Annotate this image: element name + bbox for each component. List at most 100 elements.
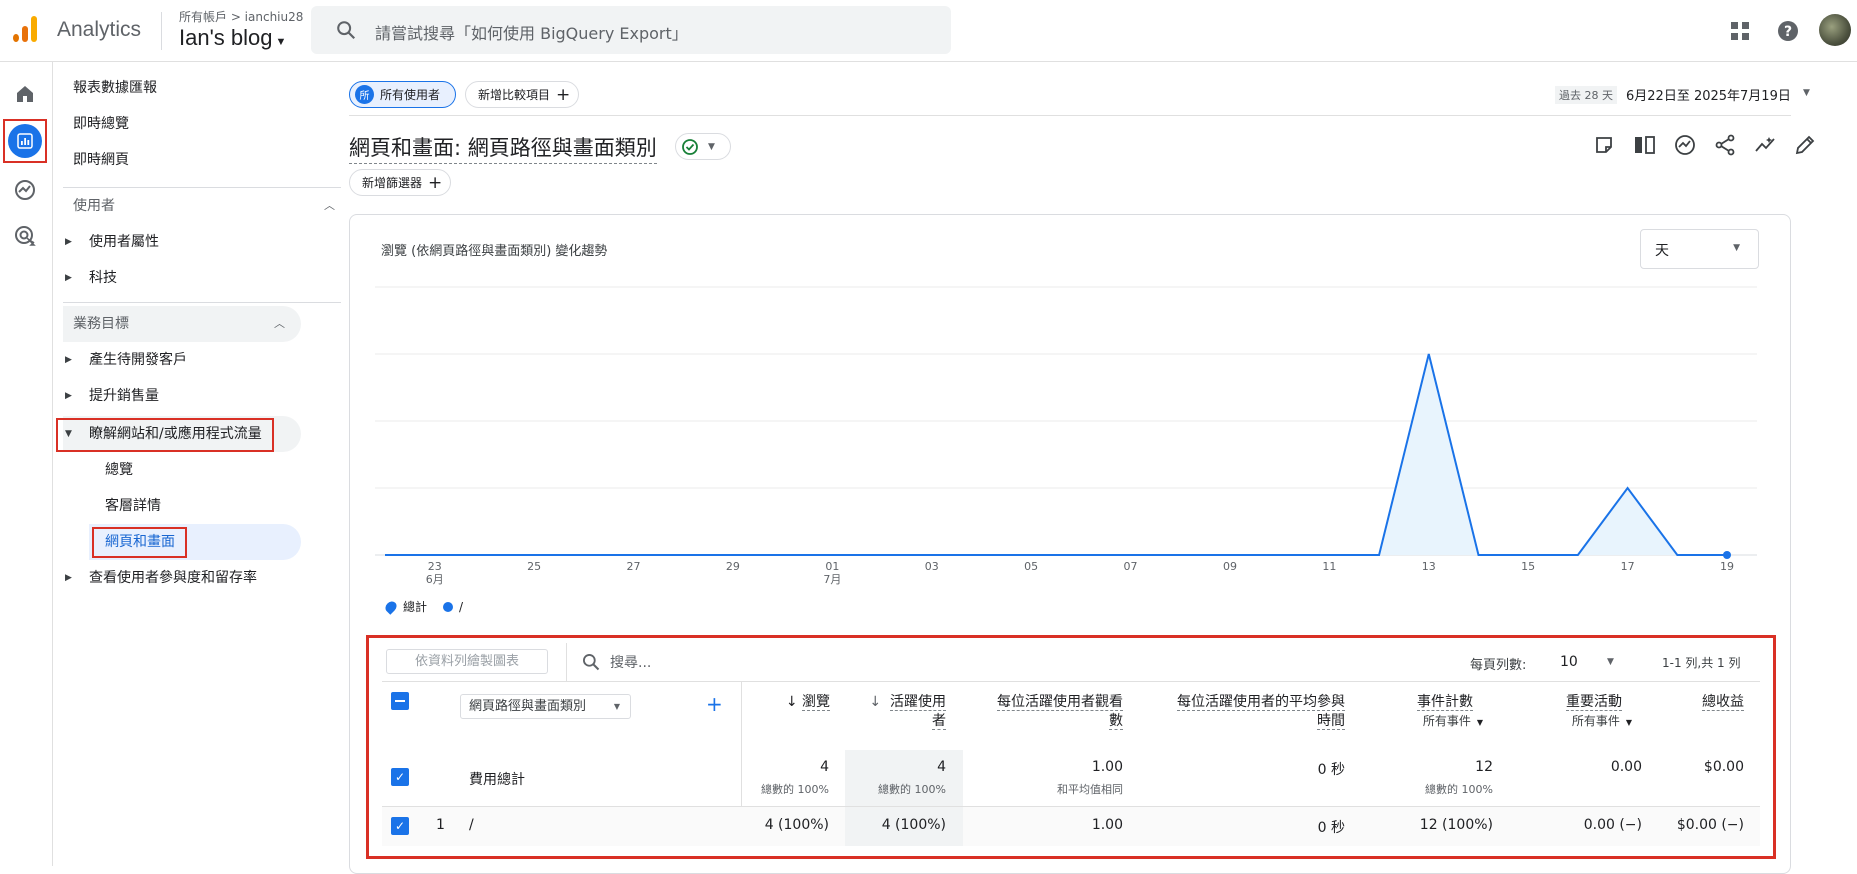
add-comparison-button[interactable]: 新增比較項目 + (465, 81, 579, 108)
key-filter[interactable]: 所有事件 (1572, 714, 1620, 728)
compare-columns-icon[interactable] (1634, 135, 1656, 155)
series-area (385, 354, 1727, 555)
rows-per-page-select[interactable]: 10 (1560, 654, 1578, 670)
row-path[interactable]: / (469, 817, 474, 833)
nav-item-tech[interactable]: ▶ 科技 (53, 260, 298, 296)
nav-item-user-attributes[interactable]: ▶ 使用者屬性 (53, 224, 298, 260)
x-tick-label: 09 (1223, 560, 1237, 573)
chart-title: 瀏覽 (依網頁路徑與畫面類別) 變化趨勢 (381, 244, 608, 259)
col-event-count[interactable]: 事件計數所有事件 ▼ (1380, 693, 1483, 732)
edit-pencil-icon[interactable] (1794, 134, 1816, 156)
chevron-down-icon: ▼ (708, 141, 715, 152)
section-label: 業務目標 (73, 316, 129, 332)
analytics-logo-icon[interactable] (10, 14, 40, 44)
nav-section-user[interactable]: 使用者 ︿ (63, 188, 351, 224)
chevron-up-icon: ︿ (324, 199, 335, 212)
col-key-events[interactable]: 重要活動所有事件 ▼ (1520, 693, 1632, 732)
row-checkbox[interactable]: ✓ (391, 817, 409, 835)
x-tick-label: 03 (925, 560, 939, 573)
x-tick-label: 15 (1521, 560, 1535, 573)
chevron-down-icon: ▼ (1476, 718, 1483, 727)
events-filter[interactable]: 所有事件 (1423, 714, 1471, 728)
pagination-info: 1-1 列,共 1 列 (1662, 656, 1741, 670)
table-search-input[interactable]: 搜尋... (610, 652, 910, 672)
divider (566, 643, 567, 681)
add-comparison-label: 新增比較項目 (478, 88, 551, 102)
report-status-chip[interactable]: ▼ (675, 133, 731, 160)
legend-series-marker-icon[interactable] (443, 601, 454, 612)
advertising-icon[interactable] (8, 219, 42, 253)
col-revenue[interactable]: 總收益 (1680, 693, 1744, 712)
x-tick-label: 23 (428, 560, 442, 573)
nav-label: 科技 (89, 270, 117, 286)
trend-spark-icon[interactable] (1754, 134, 1776, 156)
nav-item-leads[interactable]: ▶ 產生待開發客戶 (53, 342, 298, 378)
avatar[interactable] (1819, 14, 1851, 46)
col-views-per-user[interactable]: 每位活躍使用者觀看數 (980, 693, 1123, 731)
totals-revenue: $0.00 (1703, 759, 1744, 775)
col-engagement-time[interactable]: 每位活躍使用者的平均參與 時間 (1160, 693, 1345, 731)
x-tick-label: 07 (1124, 560, 1138, 573)
totals-engagement: 0 秒 (1317, 762, 1345, 778)
add-dimension-plus-icon[interactable]: + (706, 692, 723, 716)
col-key-label: 重要活動 (1566, 694, 1622, 711)
select-all-checkbox[interactable] (391, 692, 409, 710)
segment-chip[interactable]: 所 所有使用者 (349, 81, 456, 108)
nav-label: 產生待開發客戶 (89, 352, 187, 368)
row-views: 4 (100%) (764, 817, 829, 833)
divider (382, 681, 1760, 682)
totals-vpu: 1.00 (1091, 759, 1123, 775)
date-range[interactable]: 6月22日至 2025年7月19日 (1626, 85, 1791, 104)
col-active-users[interactable]: ↓ 活躍使用者 (850, 693, 946, 731)
col-vpu-label: 每位活躍使用者觀看 (997, 694, 1123, 711)
left-rail (0, 62, 53, 866)
share-icon[interactable] (1714, 134, 1736, 156)
add-filter-label: 新增篩選器 (362, 176, 423, 190)
nav-item-demographics[interactable]: 客層詳情 (105, 488, 350, 524)
property-selector[interactable]: Ian's blog ▼ (179, 25, 286, 51)
nav-item-realtime-overview[interactable]: 即時總覽 (73, 106, 318, 142)
chevron-down-icon: ▼ (1625, 718, 1632, 727)
plot-rows-button[interactable]: 依資料列繪製圖表 (386, 649, 548, 674)
home-icon[interactable] (8, 77, 42, 111)
col-events-label: 事件計數 (1417, 694, 1473, 711)
expand-arrow-icon: ▶ (65, 391, 72, 401)
search-input[interactable]: 請嘗試搜尋「如何使用 BigQuery Export」 (311, 6, 951, 54)
nav-item-realtime-pages[interactable]: 即時網頁 (73, 142, 318, 178)
nav-item-overview[interactable]: 總覽 (105, 452, 350, 488)
reports-icon[interactable] (8, 124, 42, 158)
account-breadcrumb[interactable]: 所有帳戶 > ianchiu28 (179, 8, 303, 25)
x-tick-label: 17 (1621, 560, 1635, 573)
x-tick-label: 27 (627, 560, 641, 573)
chevron-down-icon: ▼ (275, 36, 287, 48)
granularity-select[interactable]: 天 ▼ (1640, 229, 1759, 269)
chart-legend: 總計 / (383, 598, 463, 615)
add-filter-button[interactable]: 新增篩選器 + (349, 169, 451, 196)
totals-checkbox[interactable]: ✓ (391, 768, 409, 786)
col-views-label: 瀏覽 (802, 694, 830, 711)
apps-grid-icon[interactable] (1725, 16, 1755, 46)
nav-section-business[interactable]: 業務目標 ︿ (63, 306, 301, 342)
chevron-down-icon[interactable]: ▼ (1607, 657, 1614, 667)
help-icon[interactable]: ? (1773, 16, 1803, 46)
note-icon[interactable] (1594, 135, 1614, 155)
explore-icon[interactable] (8, 173, 42, 207)
x-tick-label: 19 (1720, 560, 1734, 573)
col-views[interactable]: ↓ 瀏覽 (770, 693, 830, 712)
expand-arrow-icon: ▶ (65, 273, 72, 283)
nav-label: 使用者屬性 (89, 234, 159, 250)
totals-events-pct: 總數的 100% (1425, 783, 1493, 796)
dimension-select[interactable]: 網頁路徑與畫面類別 ▼ (460, 694, 631, 719)
top-bar: Analytics 所有帳戶 > ianchiu28 Ian's blog ▼ 請… (0, 0, 1857, 62)
nav-item-sales[interactable]: ▶ 提升銷售量 (53, 378, 298, 414)
rows-per-page-label: 每頁列數: (1470, 658, 1527, 673)
totals-active: 4 (937, 759, 946, 775)
chevron-down-icon[interactable]: ▼ (1803, 88, 1810, 98)
expand-arrow-icon: ▶ (65, 355, 72, 365)
nav-item-engagement[interactable]: ▶ 查看使用者參與度和留存率 (53, 560, 298, 596)
insights-icon[interactable] (1674, 134, 1696, 156)
divider (63, 302, 341, 303)
nav-item-snapshot[interactable]: 報表數據匯報 (73, 70, 318, 106)
row-revenue: $0.00 (−) (1676, 817, 1744, 833)
legend-total-marker-icon[interactable] (383, 598, 399, 615)
